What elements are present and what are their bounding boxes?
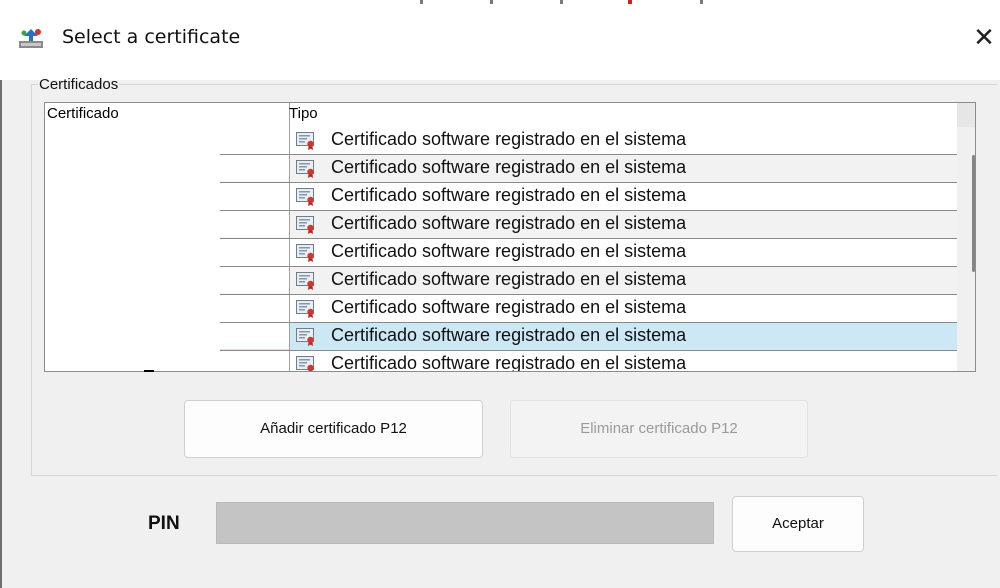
certificate-type-text: Certificado software registrado en el si…: [331, 185, 687, 205]
scrollbar-header-corner: [957, 103, 975, 127]
window-border: [0, 60, 2, 588]
cell-divider: [289, 183, 290, 210]
certificate-type-text: Certificado software registrado en el si…: [331, 269, 687, 289]
certificate-name-cell: [220, 211, 290, 237]
certificate-name-cell: [220, 323, 290, 349]
certificate-name-cell: [220, 239, 290, 265]
cell-divider: [289, 211, 290, 238]
delete-p12-certificate-button[interactable]: Eliminar certificado P12: [510, 400, 808, 458]
certificate-row[interactable]: Certificado software registrado en el si…: [220, 155, 957, 183]
certificate-name-cell: [220, 351, 290, 371]
column-header-certificado[interactable]: Certificado: [47, 105, 119, 122]
app-icon: [19, 29, 43, 48]
background-artifact: [420, 0, 423, 4]
cell-divider: [289, 267, 290, 294]
window-title: Select a certificate: [62, 26, 241, 48]
certificate-icon: [296, 328, 314, 346]
background-artifact: [628, 0, 632, 4]
certificate-type-text: Certificado software registrado en el si…: [331, 157, 687, 177]
certificate-name-cell: [220, 127, 290, 153]
background-artifact: [490, 0, 493, 4]
certificate-name-cell: [220, 267, 290, 293]
certificate-type-text: Certificado software registrado en el si…: [331, 129, 687, 149]
cell-marker: [144, 370, 154, 372]
certificate-icon: [296, 244, 314, 262]
column-header-tipo[interactable]: Tipo: [289, 105, 318, 122]
title-bar[interactable]: Select a certificate ✕: [0, 0, 1000, 80]
certificate-row[interactable]: Certificado software registrado en el si…: [220, 211, 957, 239]
certificate-row[interactable]: Certificado software registrado en el si…: [220, 351, 957, 372]
certificate-icon: [296, 132, 314, 150]
certificate-icon: [296, 160, 314, 178]
certificate-icon: [296, 356, 314, 371]
certificate-row[interactable]: Certificado software registrado en el si…: [220, 183, 957, 211]
cell-divider: [289, 351, 290, 371]
certificate-row[interactable]: Certificado software registrado en el si…: [220, 239, 957, 267]
background-artifact: [560, 0, 563, 4]
certificate-type-text: Certificado software registrado en el si…: [331, 353, 687, 372]
certificate-type-text: Certificado software registrado en el si…: [331, 213, 687, 233]
certificate-row[interactable]: Certificado software registrado en el si…: [220, 267, 957, 295]
certificate-type-text: Certificado software registrado en el si…: [331, 325, 687, 345]
certificate-name-cell: [220, 295, 290, 321]
accept-button[interactable]: Aceptar: [732, 496, 864, 552]
certificate-row[interactable]: Certificado software registrado en el si…: [220, 323, 957, 351]
certificate-row[interactable]: Certificado software registrado en el si…: [220, 127, 957, 155]
certificate-icon: [296, 300, 314, 318]
cell-divider: [289, 127, 290, 154]
pin-label: PIN: [148, 513, 180, 534]
pin-input[interactable]: [216, 502, 714, 544]
close-button[interactable]: ✕: [968, 22, 1000, 54]
certificate-name-cell: [220, 155, 290, 181]
scrollbar-thumb[interactable]: [972, 155, 975, 272]
cell-divider: [289, 323, 290, 350]
cell-divider: [289, 155, 290, 182]
certificate-icon: [296, 272, 314, 290]
certificate-icon: [296, 216, 314, 234]
certificate-icon: [296, 188, 314, 206]
certificate-type-text: Certificado software registrado en el si…: [331, 241, 687, 261]
add-p12-certificate-button[interactable]: Añadir certificado P12: [184, 400, 483, 458]
cell-divider: [289, 295, 290, 322]
certificate-type-text: Certificado software registrado en el si…: [331, 297, 687, 317]
certificate-row[interactable]: Certificado software registrado en el si…: [220, 295, 957, 323]
certificate-name-cell: [220, 183, 290, 209]
certificates-group-label: Certificados: [39, 76, 119, 93]
cell-divider: [289, 239, 290, 266]
background-artifact: [700, 0, 703, 4]
certificate-table[interactable]: Certificado Tipo Certificado software re…: [44, 102, 976, 372]
